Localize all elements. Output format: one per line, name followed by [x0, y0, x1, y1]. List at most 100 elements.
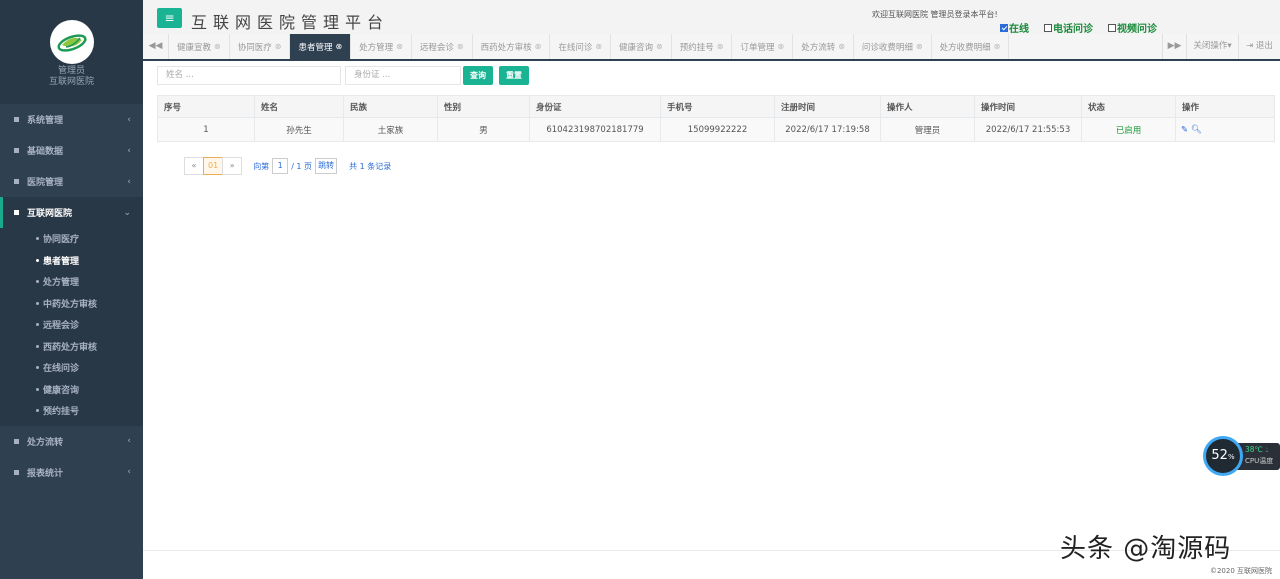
bullet-icon: [36, 237, 39, 241]
query-button[interactable]: 查询: [463, 66, 493, 85]
column-header[interactable]: 注册时间: [774, 95, 881, 118]
user-org: 互联网医院: [48, 77, 94, 87]
jump-button[interactable]: 跳转: [315, 158, 338, 174]
column-header[interactable]: 操作时间: [974, 95, 1082, 118]
tab-appointment[interactable]: 预约挂号 ⊗: [672, 34, 733, 59]
watermark: 头条 @淘源码: [1060, 534, 1232, 564]
bullet-icon: [36, 301, 39, 305]
sidebar-item-internet-hospital[interactable]: 互联网医院 ⌄: [0, 197, 143, 228]
close-icon[interactable]: ⊗: [457, 42, 464, 51]
name-search-input[interactable]: 姓名 ...: [157, 66, 341, 85]
logout-button[interactable]: ⇥ 退出: [1238, 34, 1280, 59]
caret-down-icon: ▾: [1227, 41, 1232, 51]
next-page-button[interactable]: »: [222, 157, 243, 175]
status-phone-checkbox[interactable]: 电话问诊: [1044, 20, 1093, 35]
edit-pencil-icon[interactable]: ✎: [1181, 125, 1188, 135]
tab-collab[interactable]: 协同医疗 ⊗: [230, 34, 291, 59]
tab-health-edu[interactable]: 健康宣教 ⊗: [169, 34, 230, 59]
tab-consult-fees[interactable]: 问诊收费明细 ⊗: [854, 34, 932, 59]
submenu-item-remote-consult[interactable]: 远程会诊: [0, 314, 143, 336]
close-icon[interactable]: ⊗: [396, 42, 403, 51]
sidebar-item-hospital[interactable]: 医院管理 ‹: [0, 166, 143, 197]
sidebar-item-basic-data[interactable]: 基础数据 ‹: [0, 135, 143, 166]
sidebar-menu-lower: 处方流转 ‹ 报表统计 ‹: [0, 426, 143, 488]
column-header[interactable]: 民族: [343, 95, 438, 118]
sidebar-item-prescription-flow[interactable]: 处方流转 ‹: [0, 426, 143, 457]
submenu-item-online-consult[interactable]: 在线问诊: [0, 357, 143, 379]
tab-scroll-right-icon[interactable]: ▶▶: [1162, 34, 1186, 59]
status-video-checkbox[interactable]: 视频问诊: [1108, 20, 1157, 35]
tab-label: 问诊收费明细: [861, 42, 913, 53]
close-icon[interactable]: ⊗: [595, 42, 602, 51]
sidebar-item-system[interactable]: 系统管理 ‹: [0, 104, 143, 135]
tab-health-advice[interactable]: 健康咨询 ⊗: [611, 34, 672, 59]
app-title: 互联网医院管理平台: [191, 13, 390, 32]
column-header[interactable]: 性别: [437, 95, 530, 118]
status-online-checkbox[interactable]: 在线: [1000, 20, 1029, 35]
close-icon[interactable]: ⊗: [275, 42, 282, 51]
submenu-item-prescriptions[interactable]: 处方管理: [0, 271, 143, 293]
tab-label: 协同医疗: [237, 42, 272, 53]
tab-prescription-flow[interactable]: 处方流转 ⊗: [793, 34, 854, 59]
tab-scroll-left-icon[interactable]: ◀◀: [143, 34, 169, 59]
submenu-label: 预约挂号: [43, 407, 80, 418]
current-page-button[interactable]: 01: [203, 157, 224, 175]
close-icon[interactable]: ⊗: [717, 42, 724, 51]
table-row[interactable]: 1 孙先生 土家族 男 610423198702181779 150999222…: [157, 117, 1275, 142]
search-bar: 姓名 ... 身份证 ... 查询 重置: [157, 66, 529, 85]
logout-label: 退出: [1255, 41, 1273, 51]
cell-gender: 男: [437, 117, 530, 142]
tab-list: 健康宣教 ⊗ 协同医疗 ⊗ 患者管理 ⊗ 处方管理 ⊗ 远程会诊 ⊗ 西药处方审核 ⊗ 在线…: [169, 34, 1010, 59]
tab-prescriptions[interactable]: 处方管理 ⊗: [351, 34, 412, 59]
close-icon[interactable]: ⊗: [777, 42, 784, 51]
tab-patients[interactable]: 患者管理 ⊗: [290, 34, 352, 59]
close-icon[interactable]: ⊗: [994, 42, 1001, 51]
submenu-item-appointment[interactable]: 预约挂号: [0, 400, 143, 422]
cell-ethnicity: 土家族: [343, 117, 438, 142]
submenu-item-tcm-review[interactable]: 中药处方审核: [0, 293, 143, 315]
bullet-icon: [36, 409, 39, 413]
cpu-monitor-widget[interactable]: 38℃ 💧︎ CPU温度 52%: [1203, 436, 1280, 476]
column-header[interactable]: 姓名: [254, 95, 344, 118]
tab-remote-consult[interactable]: 远程会诊 ⊗: [412, 34, 473, 59]
submenu-item-collab[interactable]: 协同医疗: [0, 228, 143, 250]
sidebar: 管理员 互联网医院 系统管理 ‹ 基础数据 ‹ 医院管理 ‹ 互联网医院 ⌄ 协…: [0, 0, 143, 579]
reset-button[interactable]: 重置: [499, 66, 529, 85]
close-icon[interactable]: ⊗: [838, 42, 845, 51]
id-card-search-input[interactable]: 身份证 ...: [345, 66, 461, 85]
bullet-icon: [36, 323, 39, 327]
submenu-item-patients[interactable]: 患者管理: [0, 250, 143, 272]
goto-label: 向第: [253, 161, 270, 171]
close-icon[interactable]: ⊗: [656, 42, 663, 51]
tab-western-review[interactable]: 西药处方审核 ⊗: [473, 34, 551, 59]
submenu-item-western-review[interactable]: 西药处方审核: [0, 336, 143, 358]
profile-panel: 管理员 互联网医院: [0, 0, 143, 104]
column-header[interactable]: 操作人: [880, 95, 975, 118]
column-header[interactable]: 序号: [157, 95, 255, 118]
column-header[interactable]: 手机号: [660, 95, 775, 118]
copyright-text: ©2020 互联网医院: [1209, 567, 1272, 575]
close-ops-label: 关闭操作: [1193, 41, 1228, 51]
close-icon[interactable]: ⊗: [535, 42, 542, 51]
sidebar-item-reports[interactable]: 报表统计 ‹: [0, 457, 143, 488]
cell-id-card: 610423198702181779: [529, 117, 661, 142]
close-operations-dropdown[interactable]: 关闭操作▾: [1186, 34, 1238, 59]
column-header[interactable]: 操作: [1175, 95, 1275, 118]
tab-orders[interactable]: 订单管理 ⊗: [732, 34, 794, 59]
close-icon[interactable]: ⊗: [916, 42, 923, 51]
welcome-text: 欢迎互联网医院 管理员登录本平台!: [872, 10, 998, 19]
search-icon[interactable]: 🔍︎: [1191, 125, 1202, 135]
menu-toggle-button[interactable]: ≡: [157, 8, 182, 28]
column-header[interactable]: 身份证: [529, 95, 661, 118]
chevron-left-icon: ‹: [127, 176, 131, 187]
prev-page-button[interactable]: «: [184, 157, 204, 175]
close-icon[interactable]: ⊗: [214, 42, 221, 51]
close-icon[interactable]: ⊗: [335, 42, 342, 51]
goto-page-input[interactable]: 1: [272, 158, 289, 174]
tab-label: 订单管理: [740, 42, 775, 53]
tab-online-consult[interactable]: 在线问诊 ⊗: [550, 34, 612, 59]
sidebar-item-label: 基础数据: [27, 147, 64, 157]
submenu-item-health-advice[interactable]: 健康咨询: [0, 379, 143, 401]
column-header[interactable]: 状态: [1081, 95, 1176, 118]
tab-prescription-fees[interactable]: 处方收费明细 ⊗: [932, 34, 1010, 59]
